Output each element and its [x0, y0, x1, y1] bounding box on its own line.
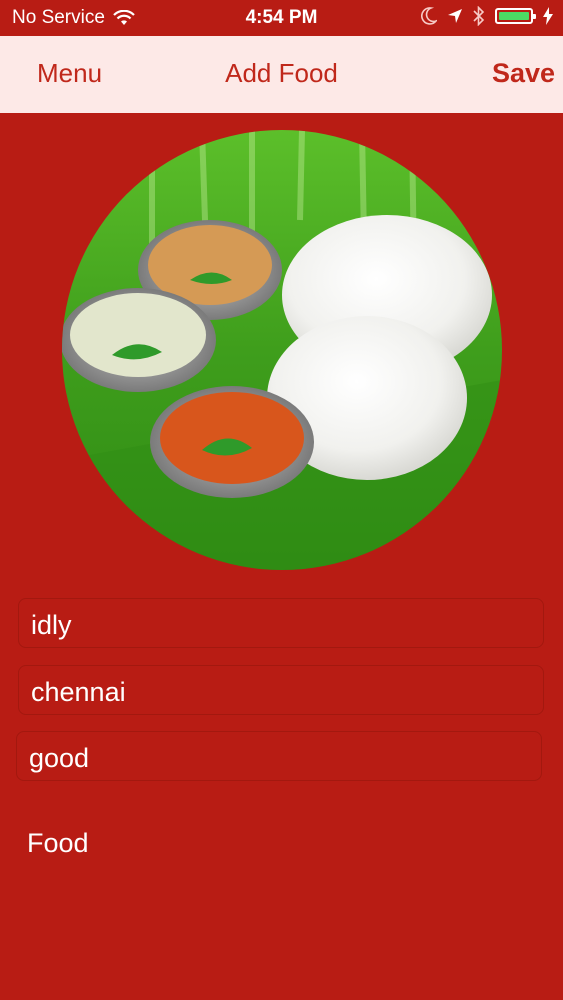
review-field[interactable]: good	[16, 731, 542, 781]
page-title: Add Food	[225, 58, 338, 88]
food-photo[interactable]	[62, 130, 502, 570]
location-field[interactable]: chennai	[18, 665, 544, 715]
status-bar: No Service 4:54 PM	[0, 0, 563, 36]
bluetooth-icon	[473, 6, 485, 26]
save-button[interactable]: Save	[492, 58, 555, 89]
moon-icon	[421, 7, 437, 25]
food-name-value: idly	[31, 610, 72, 640]
food-name-field[interactable]: idly	[18, 598, 544, 648]
food-photo-image	[62, 130, 502, 570]
status-icons	[421, 6, 553, 26]
navigation-bar: Menu Add Food Save	[0, 36, 563, 113]
charging-bolt-icon	[543, 7, 553, 25]
location-arrow-icon	[448, 9, 462, 23]
review-value: good	[29, 743, 90, 773]
battery-icon	[495, 8, 536, 24]
category-label: Food	[27, 828, 89, 858]
location-value: chennai	[31, 677, 126, 707]
